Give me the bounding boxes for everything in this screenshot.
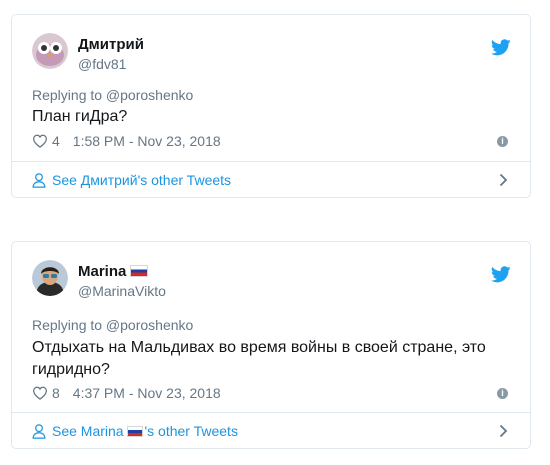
display-name-text[interactable]: Marina xyxy=(78,263,126,280)
heart-icon[interactable] xyxy=(32,386,48,400)
see-other-tweets-link[interactable]: See Дмитрий's other Tweets xyxy=(32,161,530,199)
replying-to[interactable]: Replying to @poroshenko xyxy=(32,317,193,333)
user-handle[interactable]: @fdv81 xyxy=(78,56,126,72)
see-other-tweets-link[interactable]: See Marina 's other Tweets xyxy=(32,412,530,450)
chevron-right-icon[interactable] xyxy=(499,424,508,438)
avatar[interactable] xyxy=(32,33,68,69)
like-count[interactable]: 4 xyxy=(52,133,60,149)
see-other-tweets-prefix[interactable]: See Marina xyxy=(52,423,127,439)
timestamp[interactable]: 1:58 PM - Nov 23, 2018 xyxy=(73,133,221,149)
user-handle[interactable]: @MarinaVikto xyxy=(78,283,166,299)
tweet-meta: 4 1:58 PM - Nov 23, 2018 xyxy=(32,133,221,149)
like-count[interactable]: 8 xyxy=(52,385,60,401)
display-name[interactable]: Дмитрий xyxy=(78,36,144,53)
display-name[interactable]: Marina xyxy=(78,263,149,280)
tweet-card: Дмитрий @fdv81 Replying to @poroshenko П… xyxy=(11,14,531,198)
twitter-bird-icon[interactable] xyxy=(491,266,511,283)
person-icon xyxy=(32,423,46,439)
info-icon[interactable]: i xyxy=(497,136,508,147)
tweet-text: Отдыхать на Мальдивах во время войны в с… xyxy=(32,339,486,378)
replying-to[interactable]: Replying to @poroshenko xyxy=(32,87,193,103)
tweet-card: Marina @MarinaVikto Replying to @poroshe… xyxy=(11,241,531,449)
see-other-tweets-label[interactable]: See Дмитрий's other Tweets xyxy=(52,172,231,188)
person-icon xyxy=(32,172,46,188)
tweet-meta: 8 4:37 PM - Nov 23, 2018 xyxy=(32,385,221,401)
russia-flag-icon xyxy=(130,265,149,277)
timestamp[interactable]: 4:37 PM - Nov 23, 2018 xyxy=(73,385,221,401)
russia-flag-icon xyxy=(127,426,144,437)
info-icon[interactable]: i xyxy=(497,388,508,399)
see-other-tweets-label[interactable]: See Marina 's other Tweets xyxy=(52,423,238,439)
chevron-right-icon[interactable] xyxy=(499,173,508,187)
avatar[interactable] xyxy=(32,260,68,296)
heart-icon[interactable] xyxy=(32,134,48,148)
tweet-text: План гиДра? xyxy=(32,108,128,125)
twitter-bird-icon[interactable] xyxy=(491,39,511,56)
see-other-tweets-suffix[interactable]: 's other Tweets xyxy=(144,423,237,439)
